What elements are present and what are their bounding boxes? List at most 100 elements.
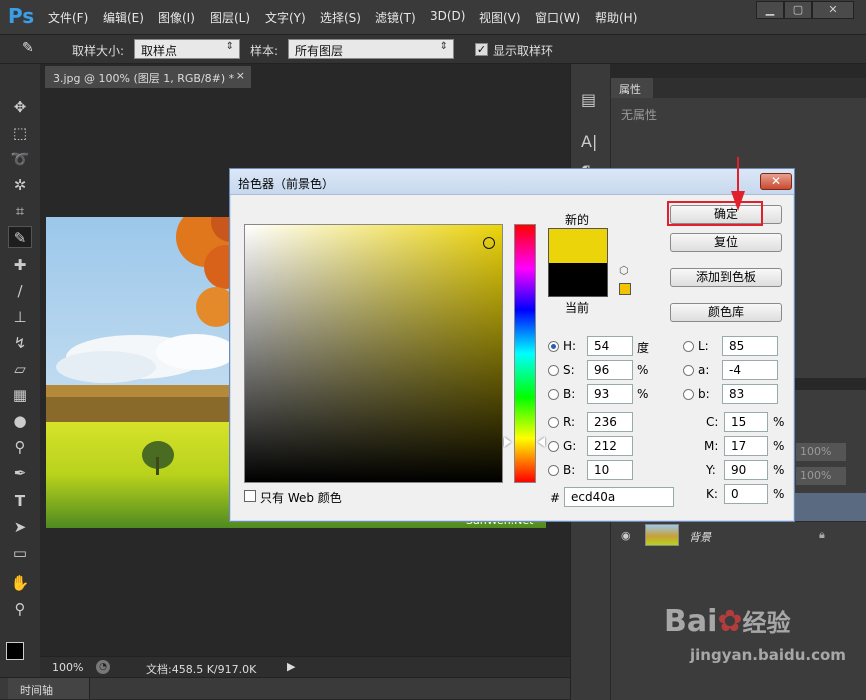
properties-tab[interactable]: 属性 [611,78,653,98]
s-input[interactable]: 96 [587,360,633,380]
k-unit: % [773,487,785,501]
status-menu-arrow-icon[interactable]: ▶ [287,660,295,673]
menu-filter[interactable]: 滤镜(T) [375,9,416,26]
radio-l[interactable] [683,341,694,352]
menu-edit[interactable]: 编辑(E) [103,9,144,26]
menu-bar: Ps 文件(F) 编辑(E) 图像(I) 图层(L) 文字(Y) 选择(S) 滤… [0,0,866,34]
chevron-updown-icon: ⇕ [439,41,448,52]
sample-size-select[interactable]: 取样点 ⇕ [134,39,240,59]
blue-input[interactable]: 10 [587,460,633,480]
hue-slider-handle-left[interactable] [504,437,511,447]
minimize-button[interactable]: ▁ [756,1,784,19]
document-tab[interactable]: 3.jpg @ 100% (图层 1, RGB/8#) * × [45,66,251,88]
menu-type[interactable]: 文字(Y) [265,9,306,26]
r-label: R: [563,415,576,429]
sample-select[interactable]: 所有图层 ⇕ [288,39,454,59]
healing-brush-tool-icon[interactable]: ✚ [8,254,32,276]
color-libraries-button[interactable]: 颜色库 [670,303,782,322]
show-ring-checkbox[interactable]: ✓ [475,43,488,56]
g-label: G: [563,439,577,453]
lab-b-input[interactable]: 83 [722,384,778,404]
timeline-tab[interactable]: 时间轴 [8,678,90,699]
add-to-swatches-button[interactable]: 添加到色板 [670,268,782,287]
dodge-tool-icon[interactable]: ⚲ [8,436,32,458]
menu-window[interactable]: 窗口(W) [535,9,580,26]
type-tool-icon[interactable]: T [8,490,32,512]
magic-wand-tool-icon[interactable]: ✲ [8,174,32,196]
history-panel-icon[interactable]: ▤ [581,90,596,109]
web-only-label: 只有 Web 颜色 [260,491,342,505]
eraser-tool-icon[interactable]: ▱ [8,358,32,380]
radio-b[interactable] [548,389,559,400]
r-input[interactable]: 236 [587,412,633,432]
move-tool-icon[interactable]: ✥ [8,96,32,118]
l-label: L: [698,339,709,353]
character-panel-icon[interactable]: A| [581,132,597,151]
lasso-tool-icon[interactable]: ➰ [8,148,32,170]
eyedropper-icon[interactable]: ✎ [22,40,34,56]
radio-lab-b[interactable] [683,389,694,400]
pen-tool-icon[interactable]: ✒ [8,462,32,484]
crop-tool-icon[interactable]: ⌗ [8,200,32,222]
close-window-button[interactable]: ✕ [812,1,854,19]
color-field-marker[interactable] [483,237,495,249]
menu-file[interactable]: 文件(F) [48,9,88,26]
opacity-field[interactable]: 100% [796,443,846,461]
zoom-tool-icon[interactable]: ⚲ [8,598,32,620]
shape-tool-icon[interactable]: ▭ [8,542,32,564]
document-info: 文档:458.5 K/917.0K [146,663,257,676]
y-input[interactable]: 90 [724,460,768,480]
brush-tool-icon[interactable]: ∕ [8,280,32,302]
radio-h[interactable] [548,341,559,352]
reset-button[interactable]: 复位 [670,233,782,252]
m-input[interactable]: 17 [724,436,768,456]
history-brush-tool-icon[interactable]: ↯ [8,332,32,354]
eyedropper-tool-icon[interactable]: ✎ [8,226,32,248]
hue-slider[interactable] [514,224,536,483]
radio-s[interactable] [548,365,559,376]
layer-thumbnail [645,524,679,546]
menu-help[interactable]: 帮助(H) [595,9,637,26]
layer-row-background[interactable]: ◉ 背景 🔒︎ [611,521,866,549]
hand-tool-icon[interactable]: ✋ [8,572,32,594]
menu-select[interactable]: 选择(S) [320,9,361,26]
sample-size-value: 取样点 [141,44,178,58]
l-input[interactable]: 85 [722,336,778,356]
web-only-checkbox[interactable] [244,490,256,502]
status-info-icon[interactable]: ◔ [96,660,110,674]
zoom-level[interactable]: 100% [52,661,83,674]
radio-blue[interactable] [548,465,559,476]
out-of-gamut-cube-icon[interactable]: ⬡ [619,265,631,277]
gradient-tool-icon[interactable]: ▦ [8,384,32,406]
a-input[interactable]: -4 [722,360,778,380]
visibility-eye-icon[interactable]: ◉ [621,529,631,542]
foreground-color-swatch[interactable] [6,642,24,660]
stamp-tool-icon[interactable]: ⊥ [8,306,32,328]
blur-tool-icon[interactable]: ● [8,410,32,432]
g-input[interactable]: 212 [587,436,633,456]
path-selection-tool-icon[interactable]: ➤ [8,516,32,538]
current-color-swatch[interactable] [548,263,608,297]
watermark-brand: Bai [664,604,718,639]
radio-g[interactable] [548,441,559,452]
dialog-title-bar[interactable]: 拾色器（前景色） ✕ [230,169,794,195]
b-input[interactable]: 93 [587,384,633,404]
h-input[interactable]: 54 [587,336,633,356]
hue-slider-handle-right[interactable] [538,437,545,447]
marquee-tool-icon[interactable]: ⬚ [8,122,32,144]
hex-input[interactable]: ecd40a [564,487,674,507]
menu-layer[interactable]: 图层(L) [210,9,250,26]
menu-view[interactable]: 视图(V) [479,9,521,26]
k-input[interactable]: 0 [724,484,768,504]
menu-3d[interactable]: 3D(D) [430,9,465,23]
fill-field[interactable]: 100% [796,467,846,485]
close-tab-icon[interactable]: × [236,69,245,82]
dialog-close-button[interactable]: ✕ [760,173,792,190]
menu-image[interactable]: 图像(I) [158,9,195,26]
maximize-button[interactable]: ▢ [784,1,812,19]
websafe-color-chip[interactable] [619,283,631,295]
color-field[interactable] [244,224,503,483]
radio-a[interactable] [683,365,694,376]
c-input[interactable]: 15 [724,412,768,432]
radio-r[interactable] [548,417,559,428]
